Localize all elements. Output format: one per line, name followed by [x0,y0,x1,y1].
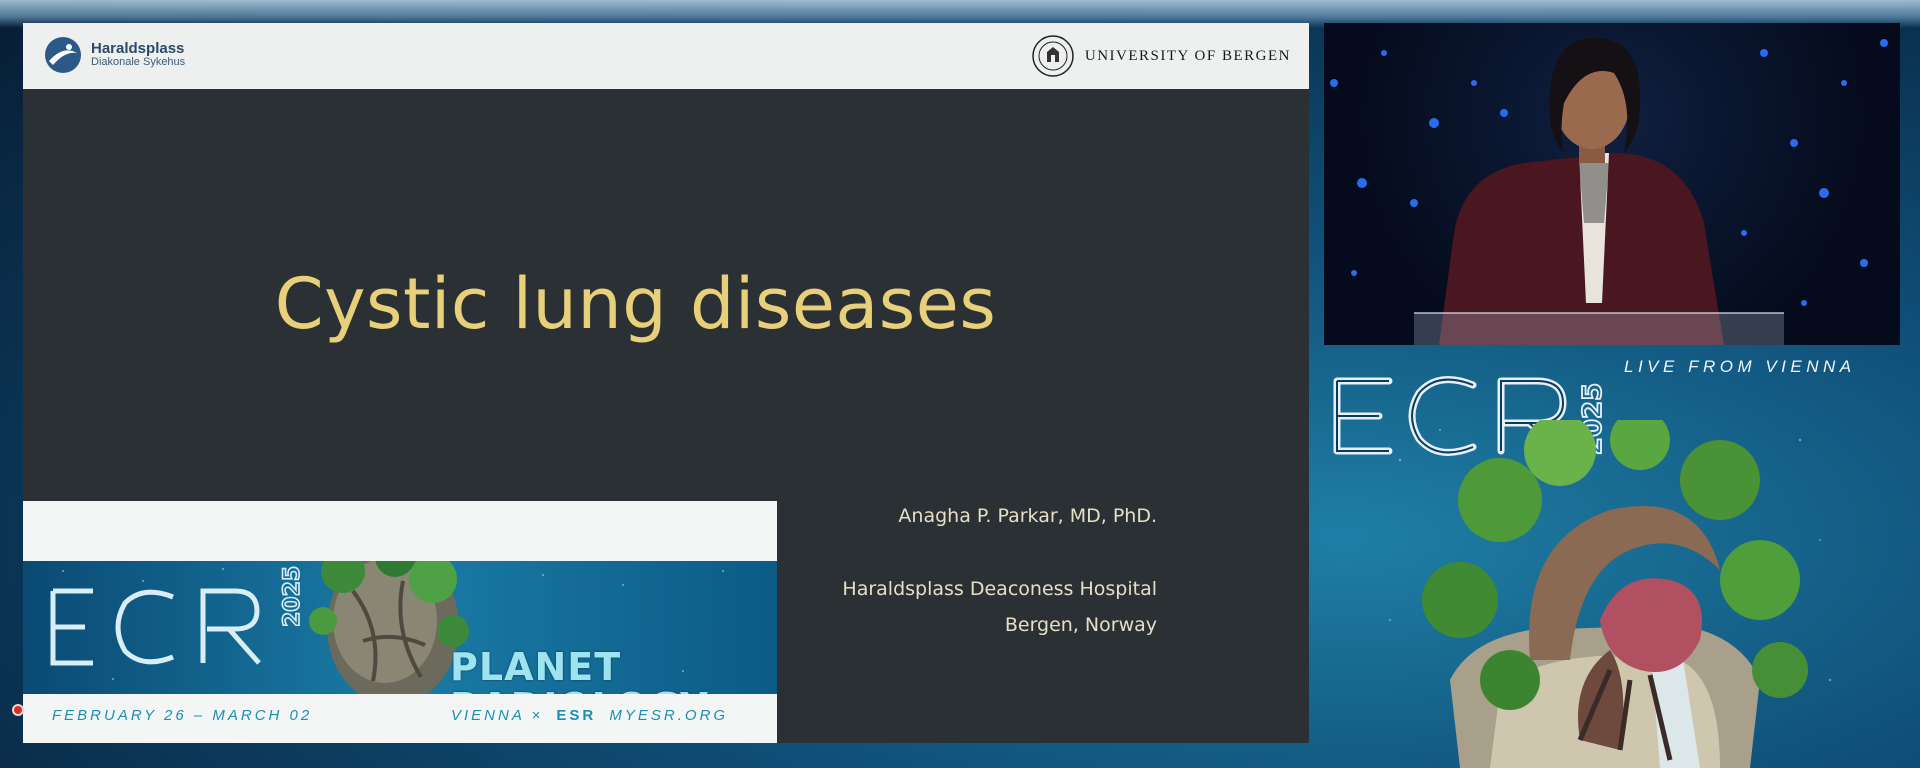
haraldsplass-subtitle: Diakonale Sykehus [91,56,186,69]
university-seal-icon [1032,35,1074,77]
affiliation-hospital: Haraldsplass Deaconess Hospital [842,578,1157,600]
university-name: UNIVERSITY OF BERGEN [1084,47,1291,64]
university-logo: UNIVERSITY OF BERGEN [1031,34,1291,78]
slide-title: Cystic lung diseases [274,263,997,345]
website-text: MYESR.ORG [609,707,729,724]
haraldsplass-logo: Haraldsplass Diakonale Sykehus [43,35,185,75]
slide-header: Haraldsplass Diakonale Sykehus UNIVERSIT… [23,23,1309,89]
live-from-vienna: LIVE FROM VIENNA [1624,357,1856,376]
ecr-banner-footer: FEBRUARY 26 – MARCH 02 VIENNA × ESR MYES… [23,694,777,743]
slogan-line1: PLANET [450,645,622,689]
esr-logo: ESR [556,707,597,724]
ecr-banner-band: 2025 PLANET RADIOLOGY [23,561,777,727]
ecr-banner-year: 2025 [280,566,305,627]
planet-tree-illustration [1389,420,1832,768]
speaker-video [1330,38,1888,345]
record-dot-icon [12,704,24,716]
presentation-slide: Haraldsplass Diakonale Sykehus UNIVERSIT… [23,23,1309,743]
affiliation-city: Bergen, Norway [1004,614,1157,636]
haraldsplass-name: Haraldsplass [91,40,185,58]
ecr-banner: 2025 PLANET RADIOLOGY FEBRUARY 2 [23,501,777,743]
location-text: VIENNA × [451,707,544,724]
speaker-camera-feed [1324,23,1900,345]
congress-location: VIENNA × ESR MYESR.ORG [451,707,728,724]
congress-dates: FEBRUARY 26 – MARCH 02 [52,707,313,724]
author-name: Anagha P. Parkar, MD, PhD. [898,505,1157,527]
planet-illustration [309,561,469,694]
haraldsplass-icon [45,37,81,73]
